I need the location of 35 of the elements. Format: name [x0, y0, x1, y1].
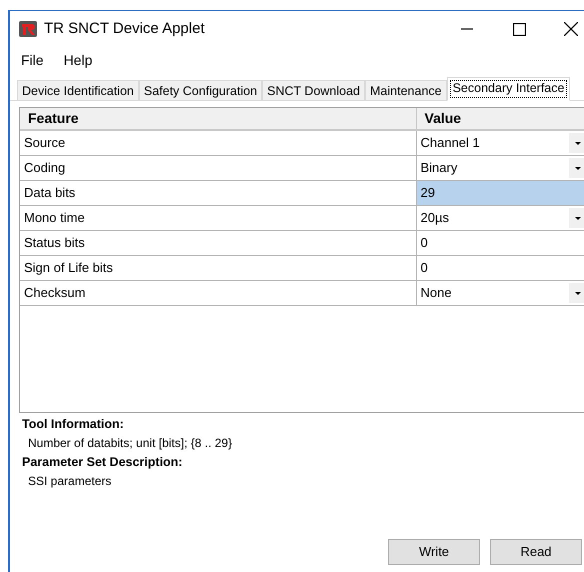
- tab[interactable]: Secondary Interface: [446, 77, 570, 101]
- table-cell: Mono time: [20, 205, 416, 230]
- info-text: Number of databits; unit [bits]; {8 .. 29}: [27, 435, 234, 452]
- table-cell-text: 29: [420, 184, 435, 202]
- dropdown-arrow-icon[interactable]: [569, 282, 584, 302]
- dropdown-arrow-icon[interactable]: [569, 208, 584, 228]
- dropdown-value[interactable]: 20µs: [420, 208, 449, 228]
- dropdown-value[interactable]: None: [420, 282, 452, 302]
- table-cell: Coding: [20, 155, 416, 180]
- maximize-icon[interactable]: [513, 22, 526, 36]
- table-cell: Source: [20, 130, 416, 155]
- table-cell: Data bits: [20, 180, 416, 205]
- menu-item[interactable]: File: [19, 50, 46, 70]
- table-cell: Sign of Life bits: [20, 255, 416, 280]
- dropdown-arrow-icon[interactable]: [569, 132, 584, 153]
- table-cell-text: 0: [420, 258, 428, 277]
- tab[interactable]: Device Identification: [17, 80, 139, 100]
- action-button[interactable]: Write: [388, 539, 480, 565]
- column-header[interactable]: Feature: [20, 108, 416, 130]
- action-button[interactable]: Read: [490, 539, 582, 565]
- section-heading: Tool Information:: [22, 416, 125, 433]
- table-cell: Status bits: [20, 230, 416, 255]
- table-cell: Checksum: [20, 280, 416, 305]
- menu-item[interactable]: Help: [62, 50, 94, 70]
- close-icon[interactable]: [564, 22, 578, 36]
- window-title: TR SNCT Device Applet: [44, 18, 205, 39]
- app-logo-icon: [18, 19, 38, 39]
- table-cell-text: 0: [420, 234, 428, 252]
- info-text: SSI parameters: [27, 473, 112, 490]
- tab[interactable]: Safety Configuration: [138, 80, 262, 100]
- dropdown-arrow-icon[interactable]: [569, 158, 584, 178]
- tab[interactable]: Maintenance: [365, 80, 447, 100]
- tab[interactable]: SNCT Download: [262, 80, 366, 100]
- section-heading: Parameter Set Description:: [22, 454, 184, 471]
- dropdown-value[interactable]: Binary: [420, 158, 458, 178]
